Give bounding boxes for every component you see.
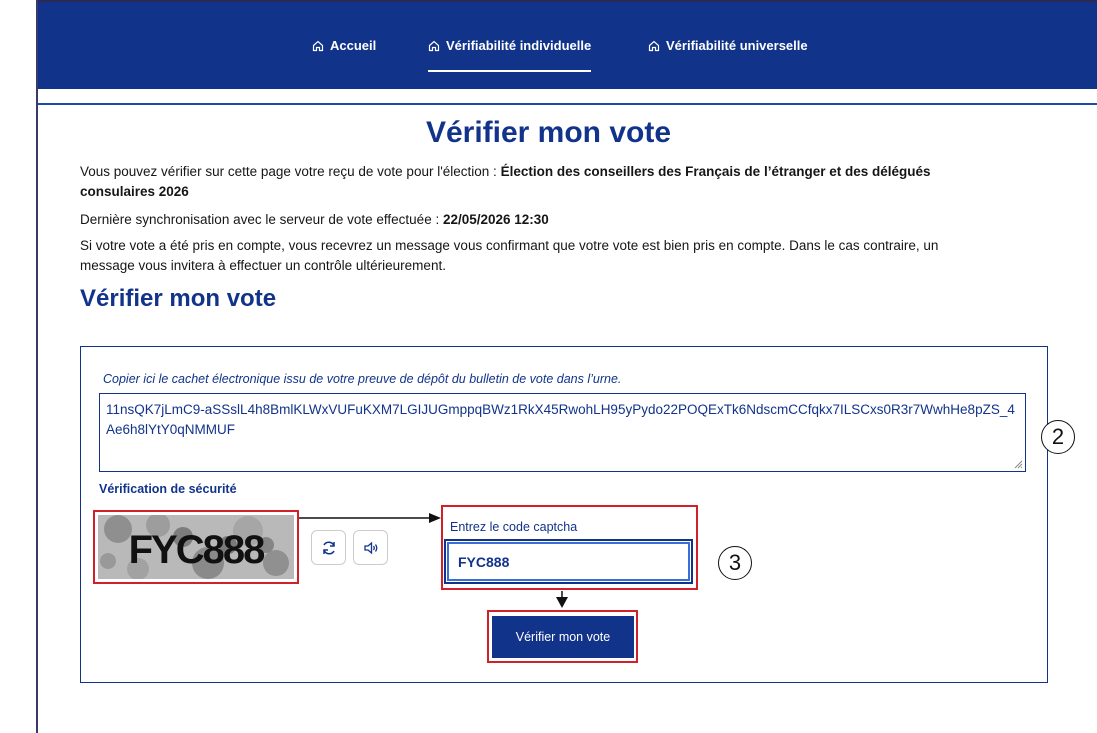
sync-paragraph: Dernière synchronisation avec le serveur… [80, 210, 980, 230]
info-paragraph: Si votre vote a été pris en compte, vous… [80, 238, 939, 273]
captcha-text: FYC888 [129, 528, 265, 572]
home-icon [312, 40, 324, 51]
nav-item-label: Vérifiabilité universelle [666, 38, 808, 53]
captcha-input-label: Entrez le code captcha [450, 520, 578, 534]
security-label: Vérification de sécurité [99, 482, 237, 496]
captcha-input[interactable] [444, 539, 693, 584]
annotation-marker-3: 3 [718, 546, 752, 580]
verify-vote-button[interactable]: Vérifier mon vote [492, 616, 634, 658]
cachet-textarea[interactable]: 11nsQK7jLmC9-aSSslL4h8BmlKLWxVUFuKXM7LGI… [99, 393, 1026, 472]
section-title: Vérifier mon vote [80, 285, 277, 312]
cachet-label: Copier ici le cachet électronique issu d… [103, 372, 622, 386]
home-icon [648, 40, 660, 51]
annotation-marker-2: 2 [1041, 420, 1075, 454]
audio-captcha-button[interactable] [353, 530, 388, 565]
nav-item-label: Accueil [330, 38, 377, 53]
audio-icon [363, 541, 377, 554]
captcha-highlight: FYC888 [93, 510, 299, 584]
top-navigation: Accueil Vérifiabilité individuelle Vérif… [38, 0, 1097, 89]
nav-item-verifiabilite-individuelle[interactable]: Vérifiabilité individuelle [428, 38, 592, 72]
sync-text: Dernière synchronisation avec le serveur… [80, 212, 443, 227]
nav-item-accueil[interactable]: Accueil [312, 38, 376, 53]
captcha-image: FYC888 [98, 515, 294, 579]
intro-text: Vous pouvez vérifier sur cette page votr… [80, 164, 501, 179]
resize-grip-icon[interactable] [1013, 459, 1023, 469]
cachet-value: 11nsQK7jLmC9-aSSslL4h8BmlKLWxVUFuKXM7LGI… [106, 402, 1015, 437]
home-icon [428, 40, 440, 51]
nav-divider [38, 103, 1097, 105]
nav-item-label: Vérifiabilité individuelle [446, 38, 592, 53]
frame-border [36, 0, 38, 733]
sync-date: 22/05/2026 12:30 [442, 212, 549, 227]
nav-item-verifiabilite-universelle[interactable]: Vérifiabilité universelle [648, 38, 808, 53]
refresh-icon [322, 540, 335, 555]
intro-paragraph: Vous pouvez vérifier sur cette page votr… [80, 162, 980, 202]
refresh-captcha-button[interactable] [311, 530, 346, 565]
page-title: Vérifier mon vote [425, 116, 672, 149]
